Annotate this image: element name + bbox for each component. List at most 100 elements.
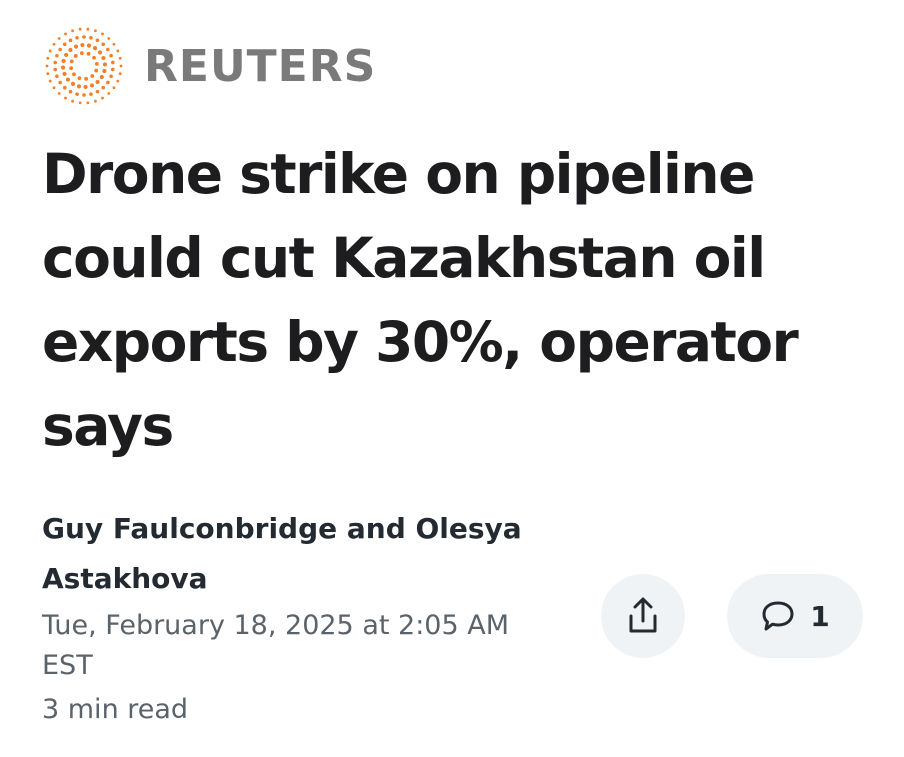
logo-dot (110, 60, 115, 65)
article-header: REUTERS Drone strike on pipeline could c… (0, 0, 904, 757)
logo-dot (86, 101, 90, 105)
logo-dot (110, 67, 115, 72)
logo-dot (57, 37, 61, 40)
logo-dot (60, 65, 66, 70)
logo-dot (112, 42, 116, 46)
logo-dot (77, 76, 82, 81)
logo-dot (64, 32, 67, 36)
article-timestamp: Tue, February 18, 2025 at 2:05 AM EST (42, 610, 510, 681)
logo-dot (71, 29, 74, 33)
logo-dot (78, 27, 82, 31)
logo-dot (68, 89, 73, 94)
logo-dot (119, 64, 123, 68)
logo-dot (94, 29, 97, 33)
comment-count: 1 (810, 599, 830, 633)
logo-dot (89, 83, 95, 88)
logo-dot (86, 43, 92, 48)
logo-dot (64, 96, 67, 100)
logo-dot (46, 56, 50, 60)
logo-dot (86, 27, 90, 31)
logo-dot (46, 72, 50, 76)
logo-dot (78, 101, 82, 105)
logo-dot (58, 47, 62, 52)
logo-dot (55, 74, 59, 79)
logo-dot (53, 67, 58, 72)
logo-dot (109, 53, 113, 58)
logo-dot (116, 49, 120, 53)
logo-dot (80, 42, 85, 48)
logo-dot (73, 54, 78, 58)
logo-dot (101, 42, 106, 47)
logo-dot (75, 92, 79, 96)
logo-dot (48, 79, 52, 83)
logo-dot (57, 92, 61, 95)
logo-dot (94, 68, 99, 73)
logo-dot (75, 36, 79, 40)
logo-dot (73, 44, 79, 49)
logo-dot (76, 84, 82, 89)
logo-dot (71, 99, 74, 103)
article-byline[interactable]: Guy Faulconbridge and Olesya Astakhova (42, 504, 562, 604)
logo-dot (101, 55, 106, 61)
logo-dot (90, 74, 95, 78)
publisher-brand[interactable]: REUTERS (38, 24, 376, 108)
logo-dot (97, 50, 103, 55)
logo-dot (82, 35, 86, 39)
logo-dot (72, 72, 76, 77)
logo-dot (102, 62, 108, 67)
logo-dot (68, 38, 73, 43)
logo-dot (92, 55, 96, 60)
logo-dot (95, 79, 100, 85)
logo-dot (101, 32, 104, 36)
logo-dot (64, 52, 69, 58)
logo-dot (102, 68, 107, 74)
logo-dot (86, 51, 91, 56)
share-button[interactable] (601, 574, 685, 658)
publisher-name: REUTERS (144, 40, 377, 92)
logo-dot (79, 51, 84, 56)
logo-dot (107, 92, 111, 95)
logo-dot (52, 86, 56, 90)
logo-dot (69, 66, 74, 71)
logo-dot (84, 76, 89, 81)
logo-dot (58, 80, 62, 85)
logo-dot (53, 60, 58, 65)
reuters-logo-icon (45, 27, 123, 105)
logo-dot (106, 80, 110, 85)
logo-dot (118, 72, 122, 76)
logo-dot (106, 47, 110, 52)
logo-dot (109, 74, 113, 79)
logo-dot (92, 46, 98, 51)
logo-dot (52, 42, 56, 46)
logo-dot (112, 86, 116, 90)
article-read-time: 3 min read (42, 694, 189, 725)
logo-dot (62, 85, 67, 90)
logo-dot (89, 92, 93, 96)
logo-dot (68, 47, 73, 53)
logo-dot (99, 74, 104, 80)
logo-dot (82, 93, 86, 97)
logo-dot (101, 96, 104, 100)
article-headline: Drone strike on pipeline could cut Kazak… (42, 142, 799, 458)
logo-dot (62, 42, 67, 47)
logo-dot (69, 59, 74, 64)
logo-dot (45, 64, 49, 68)
share-icon (629, 597, 657, 633)
logo-dot (89, 36, 93, 40)
comment-icon (762, 601, 794, 631)
logo-dot (101, 85, 106, 90)
logo-dot (118, 56, 122, 60)
logo-dot (94, 99, 97, 103)
logo-dot (95, 89, 100, 94)
logo-dot (61, 58, 66, 64)
logo-dot (55, 53, 59, 58)
logo-dot (65, 77, 71, 82)
comments-button[interactable]: 1 (727, 574, 863, 658)
logo-dot (70, 81, 76, 86)
logo-dot (83, 84, 88, 90)
logo-dot (116, 79, 120, 83)
logo-dot (95, 38, 100, 43)
logo-dot (62, 71, 67, 77)
logo-dot (94, 61, 99, 66)
logo-dot (107, 37, 111, 40)
